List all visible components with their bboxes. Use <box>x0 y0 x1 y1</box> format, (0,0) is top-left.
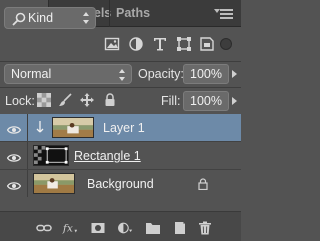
divider <box>0 87 241 88</box>
lock-label: Lock: <box>5 94 35 108</box>
opacity-value: 100% <box>190 67 222 81</box>
panel-menu-icon[interactable] <box>214 9 233 19</box>
chevron-updown-icon <box>83 12 90 24</box>
layers-bottom-toolbar: fx <box>0 211 241 241</box>
layer-thumbnail-image <box>52 117 94 138</box>
blend-mode-select[interactable]: Normal <box>4 64 132 84</box>
lock-transparent-pixels-icon[interactable] <box>37 93 51 107</box>
layer-mask-icon[interactable] <box>90 220 106 236</box>
adjustment-layer-icon[interactable] <box>117 220 137 236</box>
opacity-slider-arrow-icon[interactable] <box>232 70 237 78</box>
opacity-input[interactable]: 100% <box>183 64 229 84</box>
opacity-label: Opacity: <box>138 67 184 81</box>
shape-layer-thumbnail <box>33 145 69 166</box>
eye-visibility-icon[interactable] <box>6 150 22 162</box>
lock-icon <box>198 177 208 191</box>
search-icon <box>11 12 27 26</box>
layer-name[interactable]: Rectangle 1 <box>74 149 141 163</box>
fill-input[interactable]: 100% <box>183 91 229 111</box>
background-thumbnail-image <box>33 173 75 194</box>
lock-all-icon[interactable] <box>103 93 117 107</box>
shape-layer-filter-icon[interactable] <box>176 36 192 52</box>
layers-list: Layer 1 Rectangle 1 Background <box>0 112 241 198</box>
tab-paths[interactable]: Paths <box>109 0 153 27</box>
filter-kind-label: Kind <box>28 11 54 25</box>
eye-visibility-icon[interactable] <box>6 178 22 190</box>
menu-arrow-icon <box>214 9 220 13</box>
type-layer-filter-icon[interactable] <box>152 36 168 52</box>
lock-image-pixels-brush-icon[interactable] <box>58 93 72 107</box>
layers-panel: Layers Channels Paths Kind Normal Opacit… <box>0 0 241 241</box>
layer-name[interactable]: Layer 1 <box>103 121 145 135</box>
filter-toggle-switch[interactable] <box>220 38 232 50</box>
layer-row-background[interactable]: Background <box>0 170 241 198</box>
fill-value: 100% <box>190 94 222 108</box>
pixel-layer-filter-icon[interactable] <box>104 36 120 52</box>
layer-name[interactable]: Background <box>87 177 154 191</box>
fill-slider-arrow-icon[interactable] <box>232 97 237 105</box>
blend-mode-value: Normal <box>11 67 52 81</box>
group-folder-icon[interactable] <box>145 220 161 236</box>
adjustment-layer-filter-icon[interactable] <box>128 36 144 52</box>
smart-object-filter-icon[interactable] <box>199 36 215 52</box>
lock-position-move-icon[interactable] <box>80 93 94 107</box>
new-layer-icon[interactable] <box>172 220 188 236</box>
eye-visibility-icon[interactable] <box>6 122 22 134</box>
fill-label: Fill: <box>161 94 181 108</box>
link-layers-icon[interactable] <box>36 220 52 236</box>
filter-kind-select[interactable]: Kind <box>4 7 96 29</box>
layer-row-layer-1[interactable]: Layer 1 <box>0 114 241 142</box>
divider <box>0 61 241 62</box>
fx-icon[interactable]: fx <box>62 220 80 236</box>
clipping-mask-arrow-icon <box>36 120 44 133</box>
chevron-updown-icon <box>119 69 126 81</box>
svg-text:fx: fx <box>62 222 73 235</box>
layer-row-rectangle-1[interactable]: Rectangle 1 <box>0 142 241 170</box>
trash-icon[interactable] <box>197 220 213 236</box>
